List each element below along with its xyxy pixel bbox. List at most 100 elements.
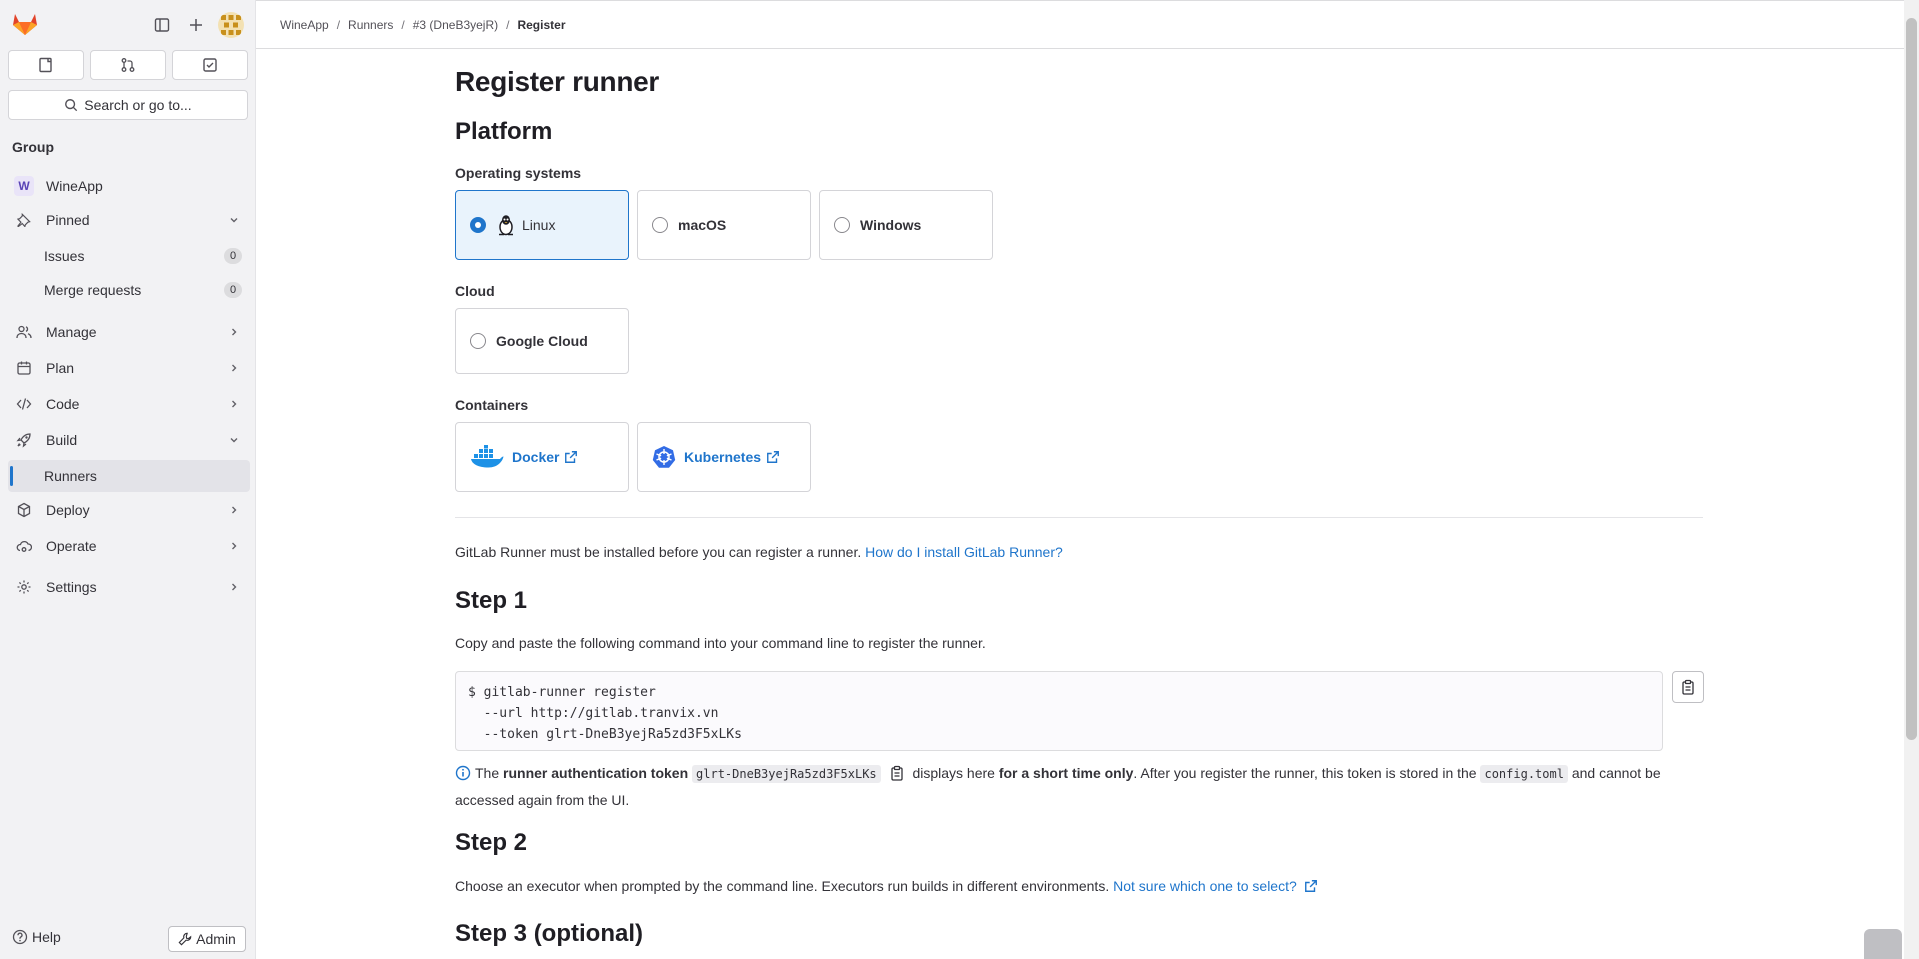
external-link-icon xyxy=(766,450,780,464)
header-divider xyxy=(256,48,1904,49)
breadcrumb-item-group[interactable]: WineApp xyxy=(280,18,329,32)
sidebar-item-settings[interactable]: Settings xyxy=(8,571,250,603)
os-option-macos[interactable]: macOS xyxy=(637,190,811,260)
chevron-down-icon xyxy=(228,213,240,229)
info-prefix: The xyxy=(475,765,500,781)
todo-items-button[interactable] xyxy=(172,50,248,80)
cloud-option-google-cloud[interactable]: Google Cloud xyxy=(455,308,629,374)
windows-radio[interactable] xyxy=(834,217,850,233)
kubernetes-icon xyxy=(652,445,676,469)
step2-text: Choose an executor when prompted by the … xyxy=(455,878,1110,894)
group-name: WineApp xyxy=(46,178,103,194)
sidebar-item-label: Settings xyxy=(46,579,97,595)
copy-token-icon[interactable] xyxy=(889,764,905,788)
sidebar-group-wineapp[interactable]: W WineApp xyxy=(8,170,250,202)
sidebar-item-code[interactable]: Code xyxy=(8,388,250,420)
runner-token: glrt-DneB3yejRa5zd3F5xLKs xyxy=(692,765,881,783)
assigned-issues-button[interactable] xyxy=(8,50,84,80)
macos-radio[interactable] xyxy=(652,217,668,233)
sidebar-item-label: Code xyxy=(46,396,80,412)
collapse-sidebar-icon[interactable] xyxy=(150,13,174,37)
container-option-kubernetes[interactable]: Kubernetes xyxy=(637,422,811,492)
install-text: GitLab Runner must be installed before y… xyxy=(455,544,862,560)
breadcrumb-item-runner[interactable]: #3 (DneB3yejR) xyxy=(413,18,498,32)
gitlab-logo-icon[interactable] xyxy=(12,12,38,36)
sidebar-item-plan[interactable]: Plan xyxy=(8,352,250,384)
chevron-right-icon xyxy=(228,361,240,377)
page-scrollbar-thumb[interactable] xyxy=(1906,18,1917,740)
sidebar: Search or go to... Group W WineApp Pinne… xyxy=(0,0,256,959)
gear-icon xyxy=(12,579,36,595)
sidebar-item-label: Issues xyxy=(44,248,85,264)
sidebar-item-merge-requests[interactable]: Merge requests 0 xyxy=(8,274,250,306)
os-label: Operating systems xyxy=(455,165,582,181)
copy-to-clipboard-icon xyxy=(1682,679,1694,695)
info-bold-short-time: for a short time only xyxy=(998,765,1134,781)
merge-requests-button[interactable] xyxy=(90,50,166,80)
user-counts xyxy=(8,50,248,80)
sidebar-item-label: Operate xyxy=(46,538,97,554)
create-new-icon[interactable] xyxy=(184,13,208,37)
step1-text: Copy and paste the following command int… xyxy=(455,635,986,651)
linux-icon xyxy=(496,214,516,236)
executor-help-link[interactable]: Not sure which one to select? xyxy=(1113,878,1297,894)
sidebar-item-build[interactable]: Build xyxy=(8,424,250,456)
deployments-icon xyxy=(12,502,36,518)
breadcrumb-item-runners[interactable]: Runners xyxy=(348,18,393,32)
chevron-right-icon xyxy=(228,503,240,519)
sidebar-item-runners[interactable]: Runners xyxy=(8,460,250,492)
issues-icon xyxy=(39,57,52,73)
merge-request-icon xyxy=(121,58,135,72)
sidebar-item-label: Manage xyxy=(46,324,97,340)
help-button[interactable]: Help xyxy=(12,929,61,945)
os-option-linux[interactable]: Linux xyxy=(455,190,629,260)
sidebar-item-issues[interactable]: Issues 0 xyxy=(8,240,250,272)
linux-radio[interactable] xyxy=(470,217,486,233)
register-command-block[interactable]: $ gitlab-runner register --url http://gi… xyxy=(455,671,1663,751)
info-mid: displays here xyxy=(912,765,995,781)
sidebar-top-bar xyxy=(0,8,256,42)
step3-heading: Step 3 (optional) xyxy=(455,920,643,947)
linux-label: Linux xyxy=(522,217,556,233)
pin-icon xyxy=(12,213,36,227)
sidebar-item-manage[interactable]: Manage xyxy=(8,316,250,348)
step2-text-row: Choose an executor when prompted by the … xyxy=(455,878,1318,896)
admin-button[interactable]: Admin xyxy=(168,926,246,952)
macos-label: macOS xyxy=(678,217,727,233)
chevron-right-icon xyxy=(228,397,240,413)
info-after: . After you register the runner, this to… xyxy=(1133,765,1477,781)
sidebar-item-label: Build xyxy=(46,432,78,448)
pinned-label: Pinned xyxy=(46,212,90,228)
search-button[interactable]: Search or go to... xyxy=(8,90,248,120)
copy-command-button[interactable] xyxy=(1672,671,1704,703)
docker-link[interactable]: Docker xyxy=(512,449,559,465)
os-option-windows[interactable]: Windows xyxy=(819,190,993,260)
kubernetes-link[interactable]: Kubernetes xyxy=(684,449,761,465)
info-icon xyxy=(455,764,471,788)
user-avatar[interactable] xyxy=(218,12,244,38)
issues-count-badge: 0 xyxy=(224,248,242,264)
top-border xyxy=(0,0,1919,1)
breadcrumb: WineApp / Runners / #3 (DneB3yejR) / Reg… xyxy=(280,18,566,32)
chevron-down-icon xyxy=(228,433,240,449)
install-help-link[interactable]: How do I install GitLab Runner? xyxy=(865,544,1063,560)
sidebar-item-pinned[interactable]: Pinned xyxy=(8,204,250,236)
chevron-right-icon xyxy=(228,580,240,596)
token-info: The runner authentication token glrt-Dne… xyxy=(455,761,1703,812)
group-avatar: W xyxy=(14,176,34,196)
google-cloud-radio[interactable] xyxy=(470,333,486,349)
docker-icon xyxy=(470,445,504,469)
chevron-right-icon xyxy=(228,539,240,555)
breadcrumb-item-current[interactable]: Register xyxy=(517,18,565,32)
external-link-icon xyxy=(1304,879,1318,896)
search-label: Search or go to... xyxy=(84,97,192,113)
container-option-docker[interactable]: Docker xyxy=(455,422,629,492)
sidebar-item-label: Runners xyxy=(44,468,97,484)
containers-label: Containers xyxy=(455,397,529,413)
sidebar-item-operate[interactable]: Operate xyxy=(8,530,250,562)
sidebar-item-deploy[interactable]: Deploy xyxy=(8,494,250,526)
platform-heading: Platform xyxy=(455,118,553,145)
info-bold-token-label: runner authentication token xyxy=(503,765,689,781)
sidebar-item-label: Plan xyxy=(46,360,75,376)
feedback-widget-icon[interactable] xyxy=(1864,929,1902,959)
